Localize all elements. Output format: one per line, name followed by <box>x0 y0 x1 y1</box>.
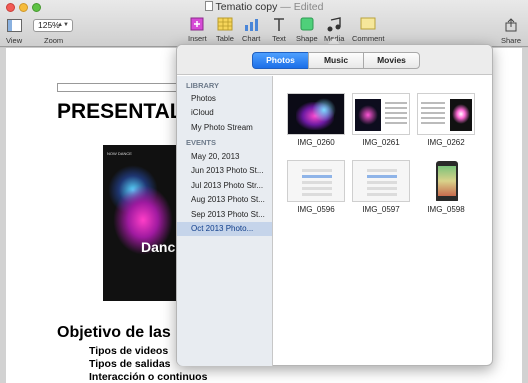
tab-photos[interactable]: Photos <box>252 52 309 69</box>
text-label: Text <box>272 34 286 43</box>
sidebar-item-my-photo-stream[interactable]: My Photo Stream <box>177 121 272 135</box>
share-icon[interactable] <box>505 18 517 32</box>
photo-item[interactable]: IMG_0598 <box>415 160 477 214</box>
photo-grid: IMG_0260 IMG_0261 IMG_0262 IMG_0596 IMG_… <box>274 76 492 366</box>
sidebar-item-event[interactable]: Sep 2013 Photo St... <box>177 208 272 222</box>
dance-photo[interactable]: NOW DANCE Danc <box>103 145 177 301</box>
photo-thumbnail <box>352 93 410 135</box>
photo-item[interactable]: IMG_0261 <box>350 93 412 147</box>
photo-thumbnail <box>417 93 475 135</box>
media-icon <box>327 17 341 32</box>
media-tabs-bar: Photos Music Movies <box>177 45 492 75</box>
view-icon[interactable] <box>7 19 22 32</box>
shape-button[interactable]: Shape <box>296 17 318 43</box>
insert-icon <box>190 17 204 31</box>
sidebar-item-photos[interactable]: Photos <box>177 92 272 106</box>
photo-caption: IMG_0262 <box>427 138 465 147</box>
sidebar-item-event[interactable]: May 20, 2013 <box>177 150 272 164</box>
chart-label: Chart <box>242 34 261 43</box>
text-icon <box>274 18 284 31</box>
zoom-label: Zoom <box>44 36 64 45</box>
bullet-item[interactable]: Tipos de videos <box>89 345 168 357</box>
edited-status: Edited <box>293 1 324 13</box>
sidebar-item-event[interactable]: Jun 2013 Photo St... <box>177 164 272 178</box>
media-browser-popover: Photos Music Movies LIBRARY Photos iClou… <box>176 44 493 366</box>
photo-caption: IMG_0597 <box>362 205 400 214</box>
photo-thumbnail <box>287 93 345 135</box>
document-title[interactable]: PRESENTAL <box>57 100 183 124</box>
view-label: View <box>6 36 23 45</box>
document-icon <box>204 1 213 11</box>
insert-button[interactable]: Insert <box>188 17 207 43</box>
photo-item[interactable]: IMG_0260 <box>285 93 347 147</box>
tab-movies[interactable]: Movies <box>363 52 420 69</box>
photo-thumbnail <box>417 160 475 202</box>
shape-label: Shape <box>296 34 318 43</box>
sidebar-item-event[interactable]: Aug 2013 Photo St... <box>177 193 272 207</box>
window-title-text: Tematio copy <box>215 1 278 13</box>
title-separator: — <box>280 1 291 13</box>
zoom-select[interactable]: 125% ▲▼ <box>33 19 73 32</box>
photo-word: Danc <box>141 239 176 255</box>
shape-icon <box>300 17 314 31</box>
photo-item[interactable]: IMG_0597 <box>350 160 412 214</box>
table-button[interactable]: Table <box>216 17 234 43</box>
photo-caption: IMG_0596 <box>297 205 335 214</box>
window-title: Tematio copy — Edited <box>0 1 528 13</box>
comment-button[interactable]: Comment <box>352 17 385 43</box>
sidebar-item-event[interactable]: Jul 2013 Photo Str... <box>177 179 272 193</box>
photo-caption: IMG_0598 <box>427 205 465 214</box>
photo-thumbnail <box>352 160 410 202</box>
table-label: Table <box>216 34 234 43</box>
sidebar-heading-events: EVENTS <box>186 138 217 147</box>
photo-item[interactable]: IMG_0596 <box>285 160 347 214</box>
media-sidebar: LIBRARY Photos iCloud My Photo Stream EV… <box>177 76 273 366</box>
comment-icon <box>360 17 376 30</box>
table-icon <box>217 17 233 31</box>
chart-button[interactable]: Chart <box>242 17 260 43</box>
sidebar-item-event-selected[interactable]: Oct 2013 Photo... <box>177 222 272 236</box>
photo-caption: IMG_0261 <box>362 138 400 147</box>
comment-label: Comment <box>352 34 385 43</box>
insert-label: Insert <box>188 34 207 43</box>
section-title[interactable]: Objetivo de las <box>57 324 171 342</box>
text-placeholder-box[interactable] <box>57 83 187 92</box>
share-label: Share <box>501 36 522 45</box>
bullet-item[interactable]: Interacción o continuos <box>89 371 207 383</box>
sidebar-heading-library: LIBRARY <box>186 81 220 90</box>
chevron-down-icon: ▲▼ <box>57 22 69 28</box>
bullet-item[interactable]: Tipos de salidas <box>89 358 171 370</box>
text-button[interactable]: Text <box>272 17 286 43</box>
photo-caption: IMG_0260 <box>297 138 335 147</box>
photo-brand-text: NOW DANCE <box>107 151 132 156</box>
toolbar: Tematio copy — Edited View 125% ▲▼ Zoom … <box>0 0 528 47</box>
photo-thumbnail <box>287 160 345 202</box>
photo-item[interactable]: IMG_0262 <box>415 93 477 147</box>
sidebar-item-icloud[interactable]: iCloud <box>177 106 272 120</box>
tab-music[interactable]: Music <box>308 52 364 69</box>
chart-icon <box>245 19 259 31</box>
